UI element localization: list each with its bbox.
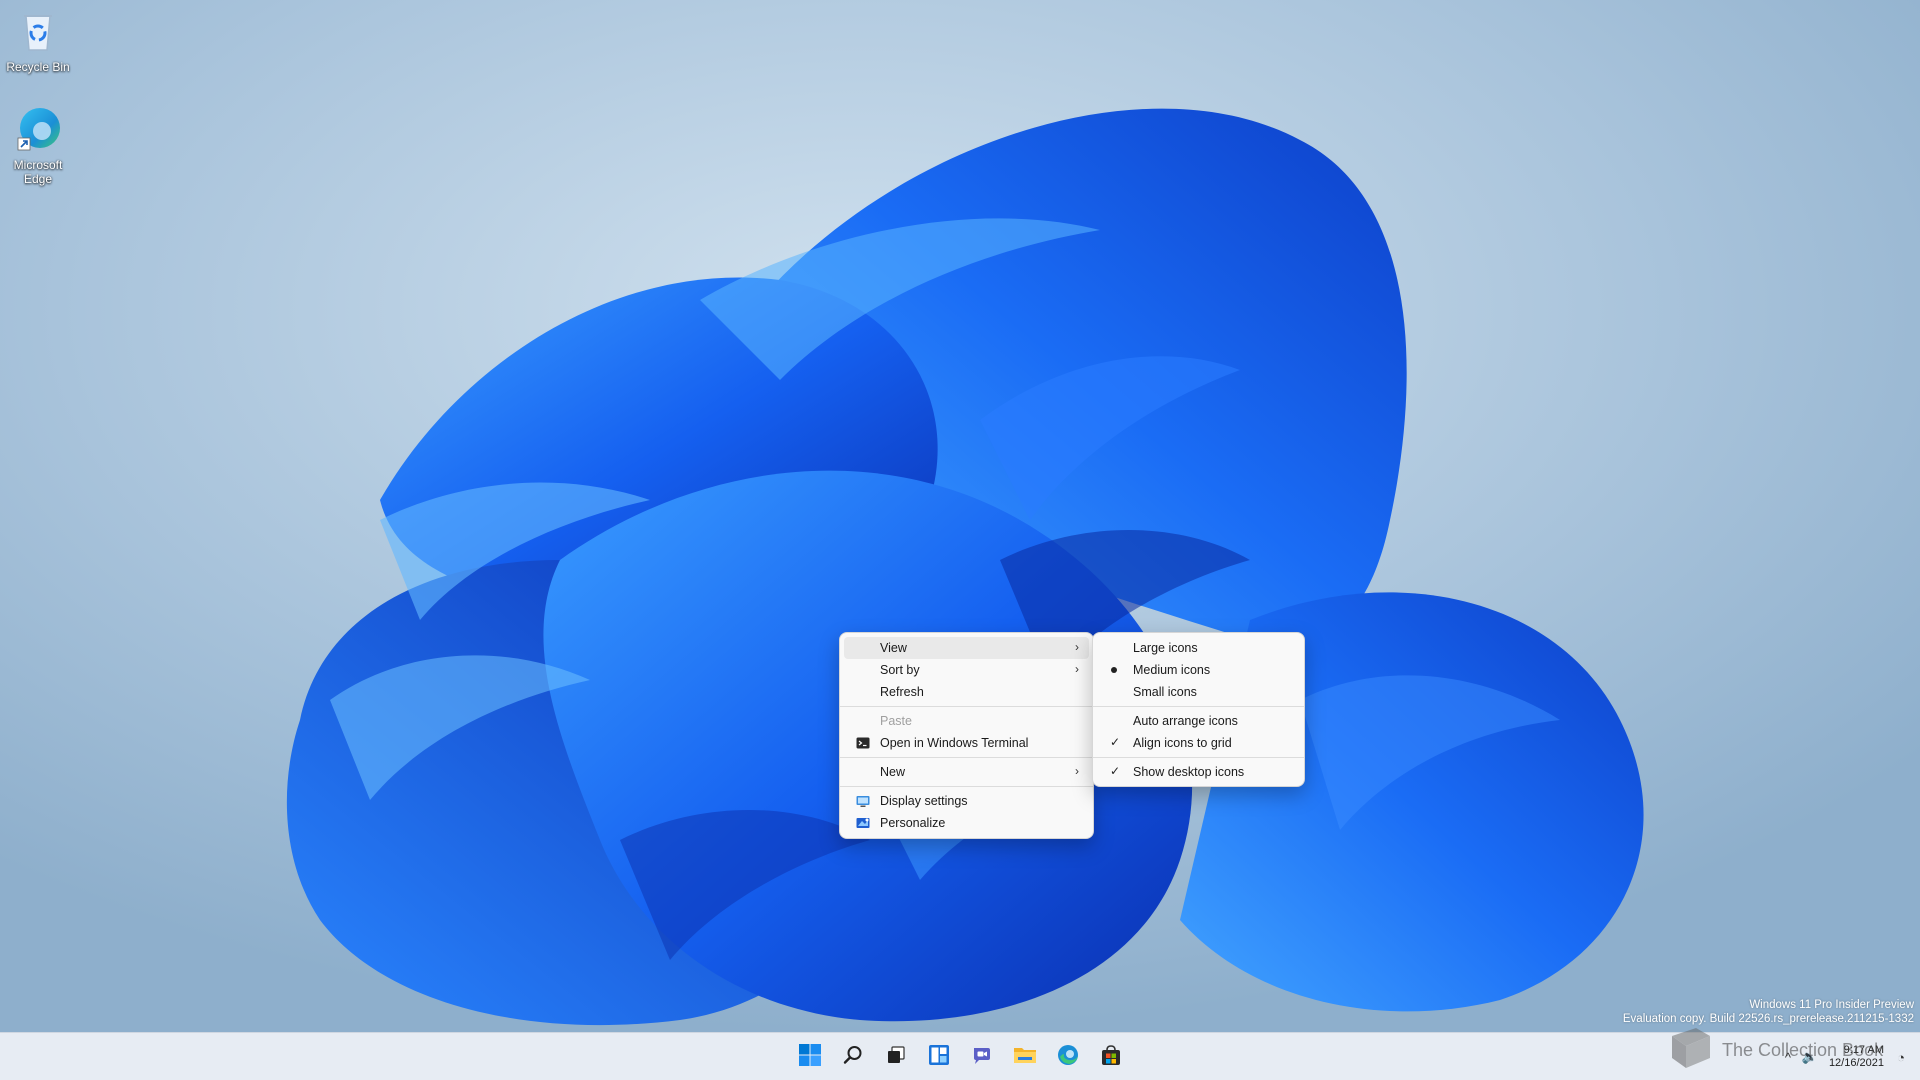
menu-item-label: Display settings bbox=[880, 794, 968, 808]
start-button[interactable] bbox=[788, 1039, 831, 1075]
menu-item-open-in-terminal[interactable]: Open in Windows Terminal bbox=[844, 732, 1089, 754]
search-button[interactable] bbox=[831, 1039, 874, 1075]
start-icon bbox=[798, 1043, 822, 1072]
checkmark-icon: ✓ bbox=[1110, 764, 1121, 778]
menu-item-label: Refresh bbox=[880, 685, 924, 699]
menu-item-label: New bbox=[880, 765, 906, 779]
menu-item-medium-icons[interactable]: Medium icons bbox=[1097, 659, 1300, 681]
menu-separator bbox=[1093, 706, 1304, 707]
menu-item-auto-arrange-icons[interactable]: Auto arrange icons bbox=[1097, 710, 1300, 732]
chat-icon bbox=[971, 1044, 993, 1071]
menu-item-label: Medium icons bbox=[1133, 663, 1211, 677]
file-explorer-button[interactable] bbox=[1003, 1039, 1046, 1075]
radio-dot-icon bbox=[1111, 667, 1117, 673]
menu-item-sort-by[interactable]: Sort by › bbox=[844, 659, 1089, 681]
notification-icon[interactable]: ◔ bbox=[1890, 1050, 1912, 1065]
menu-item-label: Auto arrange icons bbox=[1133, 714, 1238, 728]
edge-icon bbox=[12, 104, 64, 156]
taskbar-center-apps bbox=[788, 1039, 1132, 1075]
menu-item-display-settings[interactable]: Display settings bbox=[844, 790, 1089, 812]
widgets-icon bbox=[928, 1044, 950, 1071]
menu-separator bbox=[840, 786, 1093, 787]
personalize-icon bbox=[856, 816, 870, 830]
menu-item-label: Small icons bbox=[1133, 685, 1197, 699]
chevron-right-icon: › bbox=[1075, 764, 1079, 778]
menu-separator bbox=[840, 706, 1093, 707]
desktop-icon-label: Recycle Bin bbox=[6, 60, 70, 74]
widgets-button[interactable] bbox=[917, 1039, 960, 1075]
edge-button[interactable] bbox=[1046, 1039, 1089, 1075]
menu-item-label: Show desktop icons bbox=[1133, 765, 1245, 779]
task-view-button[interactable] bbox=[874, 1039, 917, 1075]
desktop-icon-recycle-bin[interactable]: Recycle Bin bbox=[0, 6, 76, 74]
menu-separator bbox=[840, 757, 1093, 758]
channel-watermark: The Collection Book bbox=[1666, 1026, 1883, 1075]
menu-item-small-icons[interactable]: Small icons bbox=[1097, 681, 1300, 703]
menu-separator bbox=[1093, 757, 1304, 758]
menu-item-new[interactable]: New › bbox=[844, 761, 1089, 783]
desktop-icon-label: Microsoft Edge bbox=[13, 158, 63, 186]
display-icon bbox=[856, 794, 870, 808]
menu-item-view[interactable]: View › bbox=[844, 637, 1089, 659]
channel-name: The Collection Book bbox=[1722, 1040, 1884, 1060]
watermark-line-build: Evaluation copy. Build 22526.rs_prerelea… bbox=[1622, 1013, 1914, 1025]
recycle-bin-icon bbox=[12, 6, 64, 58]
file-explorer-icon bbox=[1013, 1044, 1037, 1071]
desktop-context-menu: View › Sort by › Refresh Paste Open in W… bbox=[839, 632, 1094, 839]
menu-item-personalize[interactable]: Personalize bbox=[844, 812, 1089, 834]
chat-button[interactable] bbox=[960, 1039, 1003, 1075]
search-icon bbox=[842, 1044, 864, 1071]
menu-item-label: Sort by bbox=[880, 663, 920, 677]
taskbar: ^ 🔈 9:17 AM 12/16/2021 ◔ bbox=[0, 1032, 1920, 1080]
watermark-line-edition: Windows 11 Pro Insider Preview bbox=[1749, 999, 1914, 1011]
build-watermark: Windows 11 Pro Insider Preview Evaluatio… bbox=[1623, 998, 1914, 1026]
menu-item-label: Personalize bbox=[880, 816, 946, 830]
menu-item-label: Align icons to grid bbox=[1133, 736, 1232, 750]
wallpaper-bloom bbox=[0, 0, 1920, 1032]
terminal-icon bbox=[856, 736, 870, 750]
menu-item-paste: Paste bbox=[844, 710, 1089, 732]
chevron-right-icon: › bbox=[1075, 640, 1079, 654]
checkmark-icon: ✓ bbox=[1110, 735, 1121, 749]
desktop-icon-microsoft-edge[interactable]: Microsoft Edge bbox=[0, 104, 76, 186]
chevron-right-icon: › bbox=[1075, 662, 1079, 676]
edge-icon bbox=[1056, 1043, 1080, 1072]
task-view-icon bbox=[885, 1044, 907, 1071]
menu-item-show-desktop-icons[interactable]: ✓ Show desktop icons bbox=[1097, 761, 1300, 783]
store-button[interactable] bbox=[1089, 1039, 1132, 1075]
menu-item-large-icons[interactable]: Large icons bbox=[1097, 637, 1300, 659]
menu-item-align-icons-to-grid[interactable]: ✓ Align icons to grid bbox=[1097, 732, 1300, 754]
menu-item-label: Open in Windows Terminal bbox=[880, 736, 1029, 750]
menu-item-label: Large icons bbox=[1133, 641, 1198, 655]
menu-item-label: Paste bbox=[880, 714, 912, 728]
store-icon bbox=[1100, 1044, 1122, 1071]
menu-item-refresh[interactable]: Refresh bbox=[844, 681, 1089, 703]
view-submenu: Large icons Medium icons Small icons Aut… bbox=[1092, 632, 1305, 787]
menu-item-label: View bbox=[880, 641, 907, 655]
book-icon bbox=[1666, 1026, 1716, 1075]
